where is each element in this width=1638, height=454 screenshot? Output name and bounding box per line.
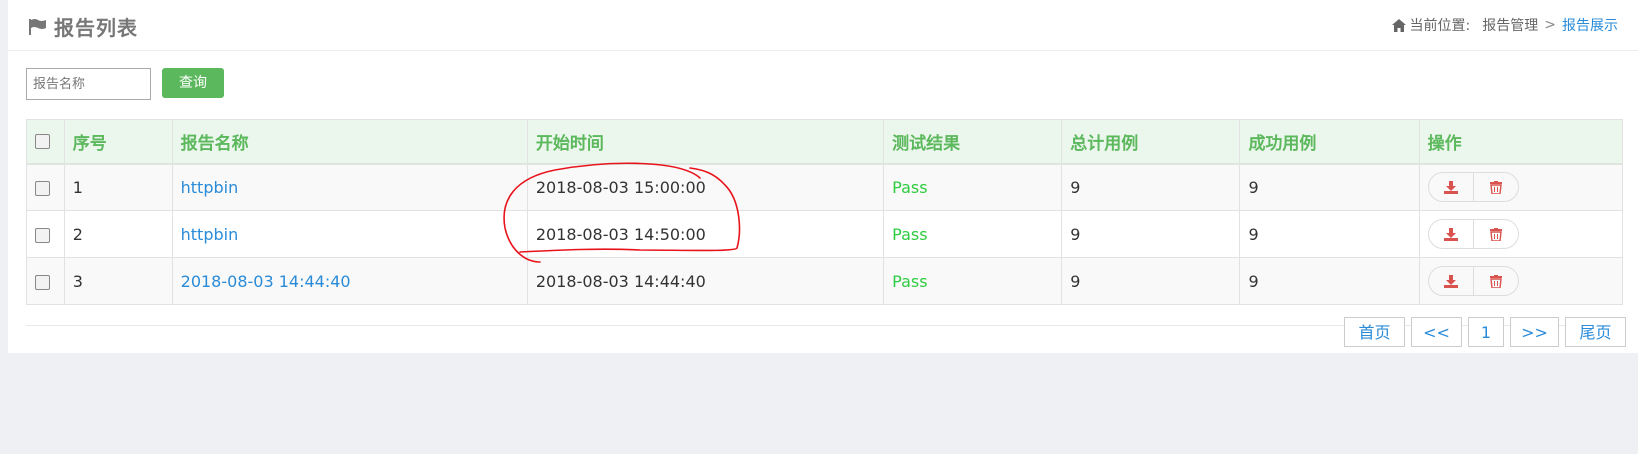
first-page-button[interactable]: 首页 xyxy=(1344,317,1405,347)
download-button[interactable] xyxy=(1429,173,1473,201)
select-all-cell[interactable] xyxy=(26,119,65,165)
download-icon xyxy=(1443,274,1458,288)
column-header-actions: 操作 xyxy=(1418,119,1624,165)
trash-icon xyxy=(1489,227,1502,241)
delete-button[interactable] xyxy=(1472,173,1518,202)
success-cases: 9 xyxy=(1239,163,1420,211)
breadcrumb: 当前位置: 报告管理 > 报告展示 xyxy=(1391,15,1618,35)
download-icon xyxy=(1443,180,1458,194)
start-time: 2018-08-03 14:44:40 xyxy=(526,257,885,305)
table-header-row: 序号 报告名称 开始时间 测试结果 总计用例 成功用例 操作 xyxy=(26,119,1624,165)
row-checkbox[interactable] xyxy=(35,274,50,290)
row-select-cell[interactable] xyxy=(26,210,65,258)
row-index: 3 xyxy=(63,257,173,305)
breadcrumb-label: 当前位置: xyxy=(1409,18,1471,34)
report-name-link[interactable]: httpbin xyxy=(181,178,239,197)
delete-button[interactable] xyxy=(1472,267,1518,295)
table-row: 2 httpbin 2018-08-03 14:50:00 Pass 9 9 xyxy=(26,210,1624,258)
column-header-success: 成功用例 xyxy=(1239,119,1420,165)
next-page-button[interactable]: >> xyxy=(1510,317,1559,347)
trash-icon xyxy=(1489,180,1502,194)
report-name-link[interactable]: httpbin xyxy=(181,225,239,244)
select-all-checkbox[interactable] xyxy=(35,133,50,149)
test-result: Pass xyxy=(883,210,1063,258)
row-checkbox[interactable] xyxy=(35,180,50,196)
report-name-search-input[interactable] xyxy=(26,68,151,100)
report-name-link[interactable]: 2018-08-03 14:44:40 xyxy=(181,272,351,291)
action-group xyxy=(1427,219,1519,249)
breadcrumb-separator: > xyxy=(1544,17,1556,33)
success-cases: 9 xyxy=(1239,257,1420,305)
page-1-button[interactable]: 1 xyxy=(1468,317,1504,347)
column-header-start-time: 开始时间 xyxy=(526,119,885,165)
prev-page-button[interactable]: << xyxy=(1411,317,1462,347)
column-header-result: 测试结果 xyxy=(883,119,1063,165)
table-row: 3 2018-08-03 14:44:40 2018-08-03 14:44:4… xyxy=(26,257,1624,305)
report-name-link-cell[interactable]: 2018-08-03 14:44:40 xyxy=(171,257,528,305)
breadcrumb-section[interactable]: 报告管理 xyxy=(1482,15,1538,35)
total-cases: 9 xyxy=(1061,257,1241,305)
row-checkbox[interactable] xyxy=(35,227,50,243)
pagination: 首页 << 1 >> 尾页 xyxy=(1344,317,1626,347)
download-icon xyxy=(1443,227,1458,241)
flag-icon xyxy=(29,18,46,35)
total-cases: 9 xyxy=(1061,210,1241,258)
search-button[interactable]: 查询 xyxy=(162,68,224,98)
breadcrumb-current[interactable]: 报告展示 xyxy=(1562,15,1618,35)
report-name-link-cell[interactable]: httpbin xyxy=(171,163,528,211)
page-title: 报告列表 xyxy=(54,16,138,40)
row-index: 2 xyxy=(63,210,173,258)
row-select-cell[interactable] xyxy=(26,257,65,305)
column-header-name: 报告名称 xyxy=(171,119,528,165)
download-button[interactable] xyxy=(1429,220,1473,248)
row-select-cell[interactable] xyxy=(26,163,65,211)
action-group xyxy=(1427,172,1519,203)
delete-button[interactable] xyxy=(1472,220,1518,248)
test-result: Pass xyxy=(883,257,1063,305)
last-page-button[interactable]: 尾页 xyxy=(1565,317,1626,347)
actions-cell xyxy=(1418,257,1624,305)
trash-icon xyxy=(1489,274,1502,288)
title-group: 报告列表 xyxy=(28,12,138,41)
table-row: 1 httpbin 2018-08-03 15:00:00 Pass 9 9 xyxy=(26,163,1624,211)
panel-header: 报告列表 当前位置: 报告管理 > 报告展示 xyxy=(8,0,1638,51)
report-name-link-cell[interactable]: httpbin xyxy=(171,210,528,258)
actions-cell xyxy=(1418,163,1624,211)
column-header-index: 序号 xyxy=(63,119,173,165)
action-group xyxy=(1427,266,1519,296)
row-index: 1 xyxy=(63,163,173,211)
home-icon xyxy=(1391,18,1406,32)
start-time: 2018-08-03 14:50:00 xyxy=(526,210,885,258)
test-result: Pass xyxy=(883,163,1063,211)
column-header-total: 总计用例 xyxy=(1061,119,1241,165)
actions-cell xyxy=(1418,210,1624,258)
report-panel: 报告列表 当前位置: 报告管理 > 报告展示 查询 序号 报告名称 开始时间 测… xyxy=(8,0,1638,353)
start-time: 2018-08-03 15:00:00 xyxy=(526,163,885,211)
report-table: 序号 报告名称 开始时间 测试结果 总计用例 成功用例 操作 1 httpbin… xyxy=(26,119,1624,305)
total-cases: 9 xyxy=(1061,163,1241,211)
download-button[interactable] xyxy=(1429,267,1473,295)
success-cases: 9 xyxy=(1239,210,1420,258)
